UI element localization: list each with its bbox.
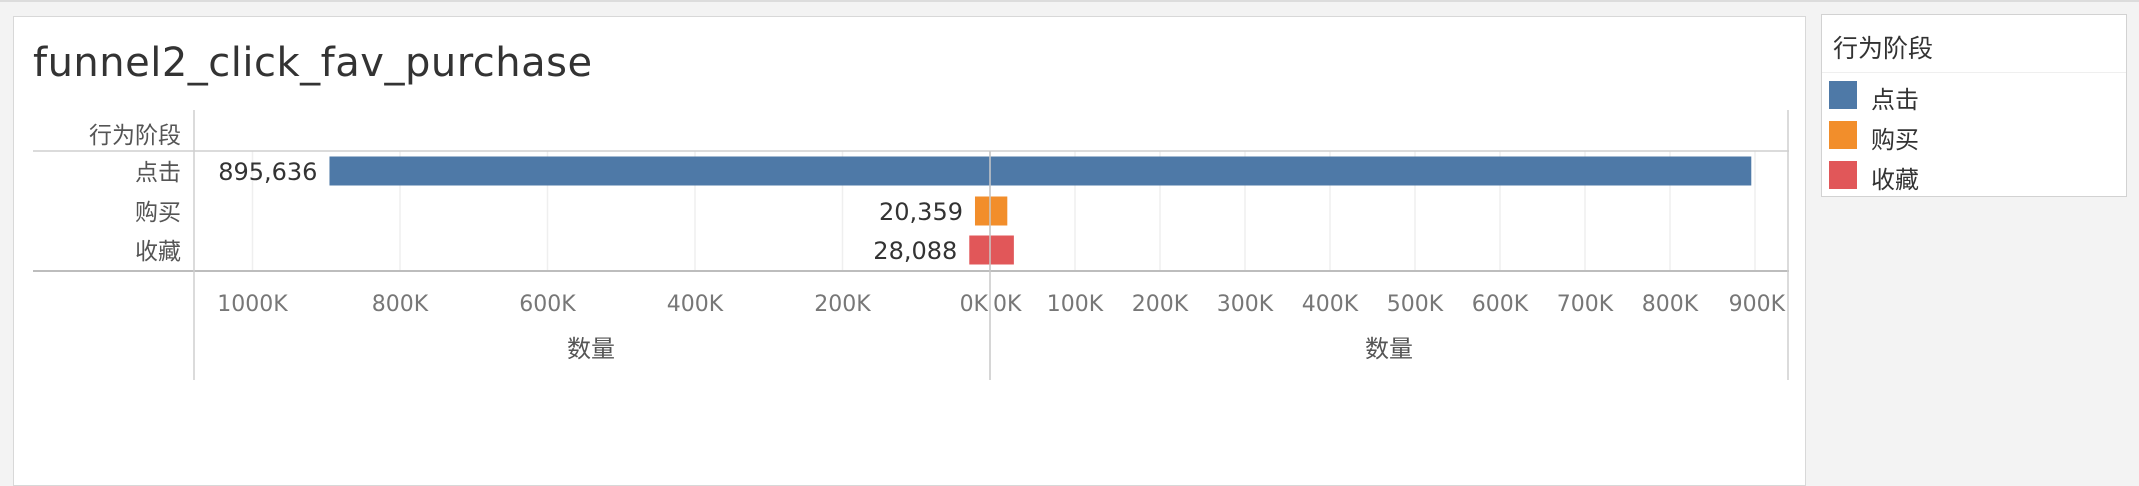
- legend-panel: 行为阶段 点击 购买 收藏: [1821, 14, 2127, 197]
- bars: [329, 151, 1752, 271]
- tick-label: 500K: [1387, 292, 1444, 317]
- tick-label: 1000K: [217, 292, 288, 317]
- legend-swatch: [1829, 81, 1857, 109]
- row-label: 收藏: [135, 239, 181, 265]
- data-label: 28,088: [873, 237, 957, 265]
- bar[interactable]: [329, 156, 1752, 186]
- legend-label: 收藏: [1871, 166, 1919, 194]
- legend-divider: [1822, 72, 2126, 73]
- right-axis-title: 数量: [1365, 335, 1413, 363]
- tick-label: 100K: [1047, 292, 1104, 317]
- row-label: 点击: [135, 160, 181, 186]
- tick-label: 300K: [1217, 292, 1274, 317]
- legend-item-click[interactable]: 点击: [1829, 80, 2119, 114]
- legend-label: 购买: [1871, 126, 1919, 154]
- tick-label: 0K: [993, 292, 1022, 317]
- left-axis-title: 数量: [567, 335, 615, 363]
- row-header-label: 行为阶段: [89, 123, 181, 149]
- tick-label: 600K: [519, 292, 576, 317]
- right-axis-ticks: 0K 100K 200K 300K 400K 500K 600K 700K 800K 900K: [993, 292, 1786, 317]
- data-label: 20,359: [879, 198, 963, 226]
- tick-label: 200K: [814, 292, 871, 317]
- tick-label: 400K: [667, 292, 724, 317]
- tick-label: 800K: [372, 292, 429, 317]
- legend-label: 点击: [1871, 86, 1919, 114]
- tick-label: 200K: [1132, 292, 1189, 317]
- left-axis-ticks: 1000K 800K 600K 400K 200K 0K: [217, 292, 988, 317]
- row-labels: 点击购买收藏: [135, 160, 181, 265]
- row-label: 购买: [135, 200, 181, 226]
- tick-label: 600K: [1472, 292, 1529, 317]
- tick-label: 800K: [1642, 292, 1699, 317]
- funnel-chart: 行为阶段 点击购买收藏 895,636 20,359 28,088 1000K 800…: [33, 110, 1789, 380]
- bar[interactable]: [974, 196, 1008, 226]
- legend-swatch: [1829, 121, 1857, 149]
- tick-label: 0K: [960, 292, 989, 317]
- legend-swatch: [1829, 161, 1857, 189]
- legend-item-purchase[interactable]: 购买: [1829, 120, 2119, 154]
- legend-item-favorite[interactable]: 收藏: [1829, 160, 2119, 194]
- tick-label: 900K: [1729, 292, 1786, 317]
- tick-label: 400K: [1302, 292, 1359, 317]
- data-label: 895,636: [218, 158, 317, 186]
- bar[interactable]: [969, 235, 1014, 265]
- tick-label: 700K: [1557, 292, 1614, 317]
- legend-title: 行为阶段: [1833, 34, 1934, 63]
